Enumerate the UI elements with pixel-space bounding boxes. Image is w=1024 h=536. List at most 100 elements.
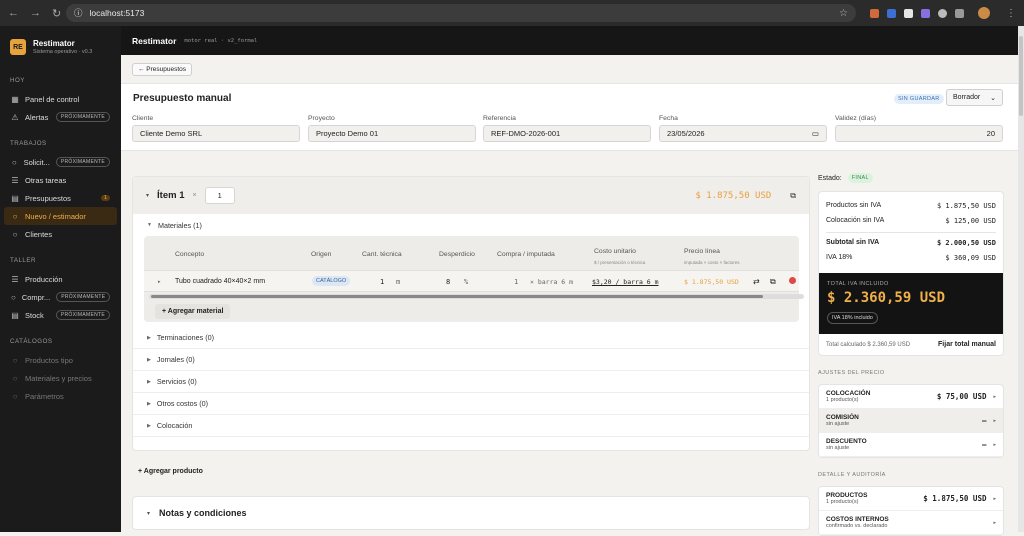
table-horizontal-scrollbar[interactable] — [149, 294, 804, 299]
adjustment-sub: sin ajuste — [826, 421, 850, 428]
chevron-right-icon[interactable]: ▸ — [993, 496, 996, 502]
puzzle-icon[interactable] — [955, 8, 964, 18]
sidebar-item-presupuestos[interactable]: ▤ Presupuestos 1 — [4, 189, 117, 207]
chevron-right-icon[interactable]: ▸ — [993, 394, 996, 400]
coming-soon-badge: PRÓXIMAMENTE — [55, 157, 110, 167]
table-scrollbar-thumb[interactable] — [151, 295, 763, 298]
add-material-button[interactable]: + Agregar material — [155, 304, 231, 319]
sidebar-item-nuevo-estimador[interactable]: ○ Nuevo / estimador — [4, 207, 117, 225]
materials-section-toggle[interactable]: ▼ Materiales (1) — [133, 214, 809, 236]
sidebar-item-label: Panel de control — [25, 94, 80, 104]
detail-list: PRODUCTOS 1 producto(s) $ 1.875,50 USD ▸ COS… — [818, 486, 1004, 536]
fix-manual-total-button[interactable]: Fijar total manual — [938, 341, 996, 348]
page-scrollbar-thumb[interactable] — [1019, 36, 1023, 116]
extension-icon[interactable] — [904, 8, 913, 18]
referencia-input[interactable]: REF-DMO-2026-001 — [483, 125, 651, 142]
add-product-button[interactable]: + Agregar producto — [138, 468, 203, 475]
adjustment-colocacion[interactable]: COLOCACIÓN 1 producto(s) $ 75,00 USD ▸ — [819, 385, 1003, 409]
calendar-icon[interactable]: ▭ — [812, 129, 819, 138]
sidebar-item-panel-de-control[interactable]: ▦ Panel de control — [4, 90, 117, 108]
adjustment-costos-internos[interactable]: COSTOS INTERNOS confirmado vs. declarado ▸ — [819, 511, 1003, 535]
section-title: Colocación — [156, 421, 193, 430]
section-toggle-otros-costos-0[interactable]: ▶ Otros costos (0) — [133, 393, 809, 415]
sidebar-item-stock[interactable]: ▤ Stock PRÓXIMAMENTE — [4, 306, 117, 324]
chevron-right-icon[interactable]: ▸ — [993, 442, 996, 448]
page-scrollbar[interactable] — [1018, 26, 1024, 532]
material-costo[interactable]: $3,20 / barra 6 m — [592, 278, 659, 286]
duplicate-icon[interactable]: ⧉ — [770, 277, 776, 287]
sidebar-item-label: Alertas — [25, 112, 49, 122]
sidebar-item-compr[interactable]: ○ Compr... PRÓXIMAMENTE — [4, 288, 117, 306]
sidebar-item-alertas[interactable]: ⚠ Alertas PRÓXIMAMENTE — [4, 108, 117, 126]
section-title: Terminaciones (0) — [156, 333, 214, 342]
bookmark-star-icon[interactable]: ☆ — [839, 8, 848, 19]
iva-label: IVA 18% — [826, 254, 853, 261]
extension-icon[interactable] — [921, 8, 930, 18]
chevron-right-icon[interactable]: ▸ — [158, 279, 161, 285]
adjustment-descuento[interactable]: DESCUENTO sin ajuste — ▸ — [819, 433, 1003, 457]
adjustment-name: PRODUCTOS 1 producto(s) — [826, 492, 867, 505]
main-content: ← Presupuestos Presupuesto manual SIN GU… — [121, 55, 1018, 536]
material-cant-unit: m — [396, 278, 401, 286]
validez-label: Validez (días) — [835, 115, 877, 122]
sidebar-item-parametros[interactable]: ○ Parámetros — [4, 387, 117, 405]
material-compra[interactable]: 1 — [514, 278, 518, 286]
extension-icon[interactable] — [938, 8, 947, 18]
extension-icon[interactable] — [870, 8, 879, 18]
material-desperdicio[interactable]: 8 — [446, 278, 450, 286]
page-title: Presupuesto manual — [133, 93, 232, 104]
chevron-right-icon: ▶ — [147, 334, 151, 341]
address-bar[interactable]: ⓘ localhost:5173 ☆ — [66, 4, 856, 22]
item-sections: ▶ Terminaciones (0) ▶ Jornales (0) ▶ Servicio… — [133, 327, 809, 437]
adjustment-comision[interactable]: COMISIÓN sin ajuste — ▸ — [819, 409, 1003, 433]
doc-icon: ▤ — [11, 310, 19, 320]
validez-value: 20 — [986, 129, 995, 138]
adjustment-value: — — [981, 416, 987, 425]
section-title: Servicios (0) — [156, 377, 197, 386]
swap-icon[interactable]: ⇄ — [753, 277, 760, 286]
duplicate-icon[interactable]: ⧉ — [790, 191, 796, 201]
adjustment-productos[interactable]: PRODUCTOS 1 producto(s) $ 1.875,50 USD ▸ — [819, 487, 1003, 511]
validez-input[interactable]: 20 — [835, 125, 1003, 142]
reload-icon[interactable]: ↻ — [52, 7, 61, 20]
material-cant[interactable]: 1 — [380, 278, 384, 286]
summary-line: Colocación sin IVA $ 125,00 USD — [826, 213, 996, 228]
chevron-down-icon[interactable]: ▾ — [146, 192, 149, 199]
estado-badge: FINAL — [847, 173, 873, 183]
back-arrow-icon[interactable]: ← — [8, 7, 19, 20]
extension-icon[interactable] — [887, 8, 896, 18]
chevron-right-icon[interactable]: ▸ — [993, 418, 996, 424]
sidebar-item-otras-tareas[interactable]: ☰ Otras tareas — [4, 171, 117, 189]
delete-icon[interactable] — [789, 277, 796, 284]
cliente-input[interactable]: Cliente Demo SRL — [132, 125, 300, 142]
chevron-right-icon[interactable]: ▸ — [993, 520, 996, 526]
back-to-presupuestos-button[interactable]: ← Presupuestos — [132, 63, 193, 76]
material-row[interactable]: ▸ Tubo cuadrado 40×40×2 mm CATÁLOGO 1 m … — [144, 270, 799, 292]
iva-included-badge: IVA 18% incluido — [827, 312, 878, 324]
forward-arrow-icon[interactable]: → — [30, 7, 41, 20]
section-toggle-colocacion[interactable]: ▶ Colocación — [133, 415, 809, 437]
sidebar-item-materiales-y-precios[interactable]: ○ Materiales y precios — [4, 369, 117, 387]
status-select[interactable]: Borrador ⌄ — [946, 89, 1003, 106]
site-info-icon[interactable]: ⓘ — [74, 7, 83, 19]
section-toggle-servicios-0[interactable]: ▶ Servicios (0) — [133, 371, 809, 393]
notes-section[interactable]: ▾ Notas y condiciones — [132, 496, 810, 530]
section-toggle-jornales-0[interactable]: ▶ Jornales (0) — [133, 349, 809, 371]
proyecto-input[interactable]: Proyecto Demo 01 — [308, 125, 476, 142]
fecha-input[interactable]: 23/05/2026 ▭ — [659, 125, 827, 142]
alert-icon: ⚠ — [11, 112, 19, 122]
item-header[interactable]: ▾ Ítem 1 × 1 $ 1.875,50 USD ⧉ — [133, 177, 809, 214]
chevron-down-icon[interactable]: ▾ — [147, 510, 150, 517]
browser-menu-icon[interactable]: ⋮ — [1006, 8, 1016, 19]
sidebar-item-label: Parámetros — [25, 391, 64, 401]
sidebar-item-produccion[interactable]: ☰ Producción — [4, 270, 117, 288]
sidebar-item-clientes[interactable]: ○ Clientes — [4, 225, 117, 243]
chevron-right-icon: ▶ — [147, 422, 151, 429]
sidebar-item-solicit[interactable]: ○ Solicit... PRÓXIMAMENTE — [4, 153, 117, 171]
profile-avatar[interactable] — [978, 7, 990, 19]
sidebar-item-label: Nuevo / estimador — [25, 211, 86, 221]
item-quantity-input[interactable]: 1 — [204, 187, 235, 204]
sidebar-item-productos-tipo[interactable]: ○ Productos tipo — [4, 351, 117, 369]
section-toggle-terminaciones-0[interactable]: ▶ Terminaciones (0) — [133, 327, 809, 349]
circle-icon: ○ — [12, 211, 18, 221]
